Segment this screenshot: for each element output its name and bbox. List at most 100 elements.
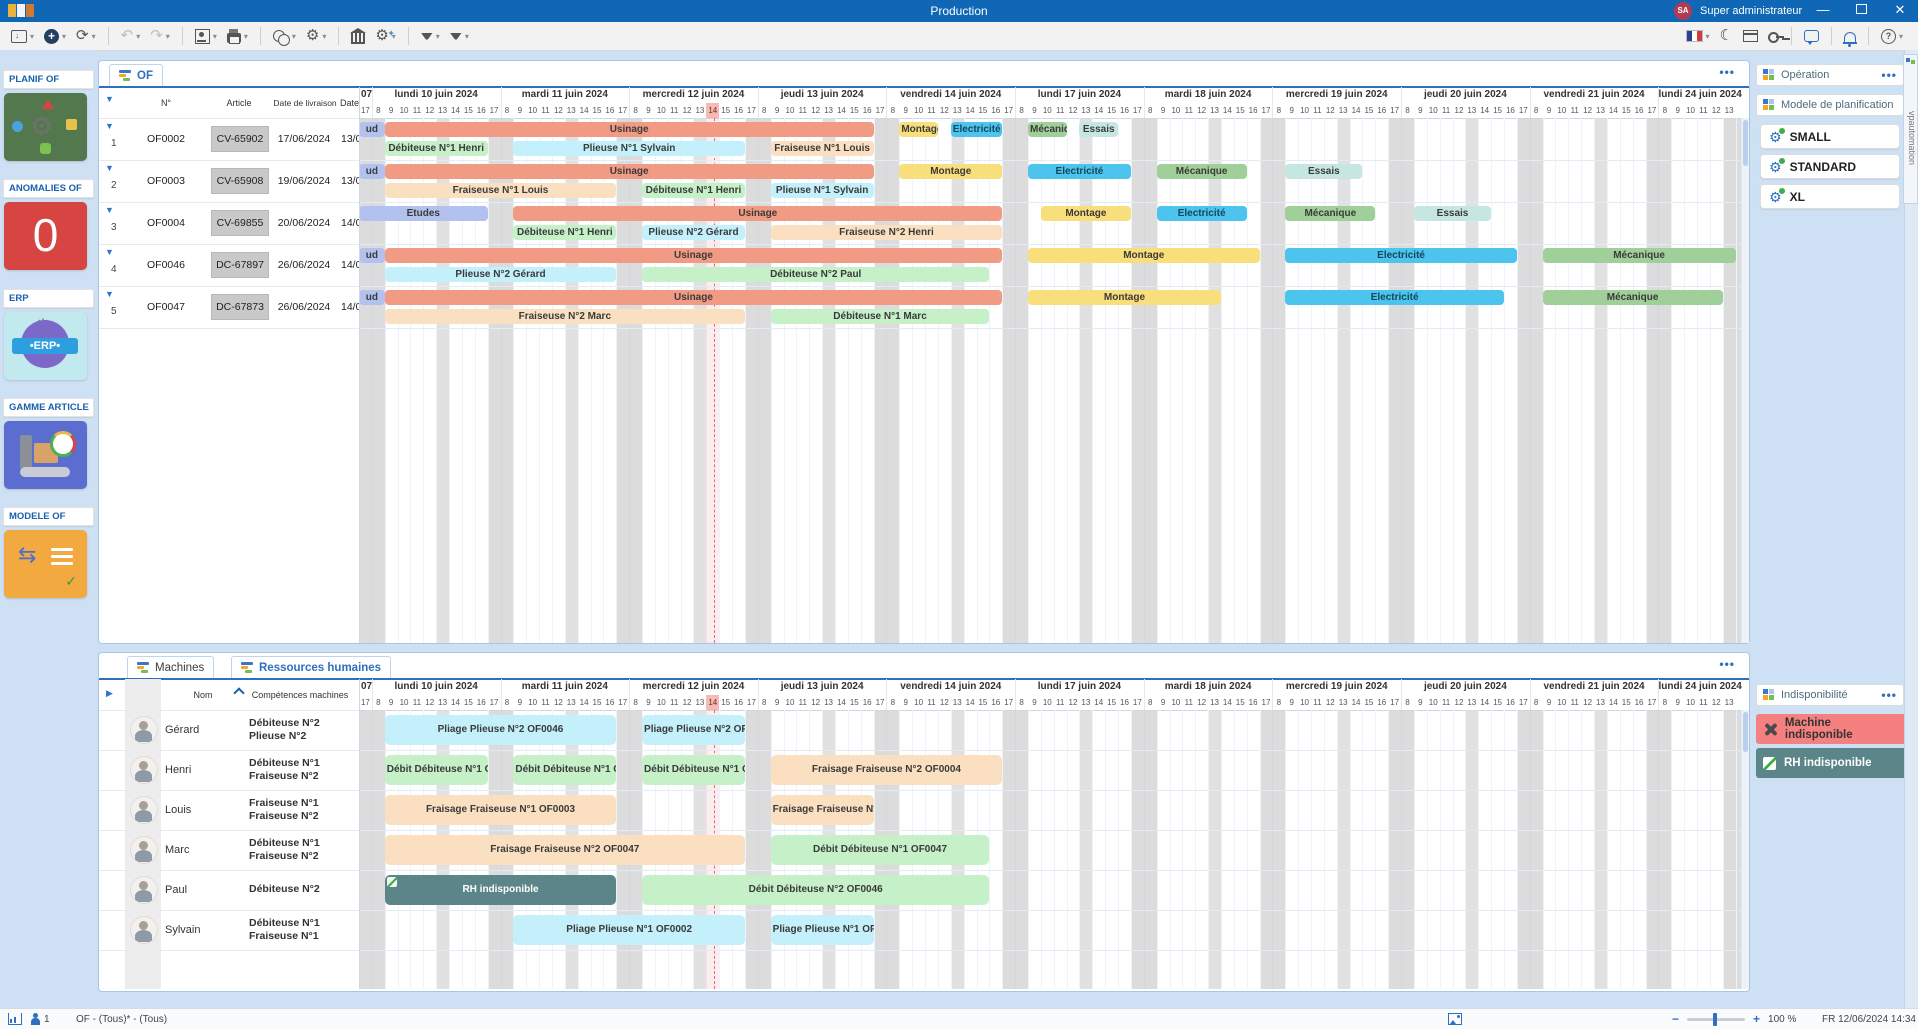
- scrollbar-thumb[interactable]: [1743, 120, 1748, 166]
- gantt-bar-debiteuse[interactable]: Débit Débiteuse N°1 OF00: [513, 755, 617, 785]
- gantt-bar-electricite[interactable]: Electricité: [1156, 206, 1247, 221]
- gantt-bar-plieuse[interactable]: Pliage Plieuse N°1 OF0002: [513, 915, 745, 945]
- window-export-button[interactable]: ▾: [6, 23, 39, 49]
- resource-row[interactable]: Marc Débiteuse N°1 Fraiseuse N°2: [99, 830, 359, 870]
- zoom-slider[interactable]: [1687, 1012, 1746, 1026]
- print-button[interactable]: ▾: [222, 23, 253, 49]
- gantt-bar-rh[interactable]: RH indisponible: [384, 875, 617, 905]
- gantt-bar-debiteuse[interactable]: Débiteuse N°2 Paul: [642, 267, 990, 282]
- gantt-bar-montage[interactable]: Montage: [899, 164, 1003, 179]
- gantt-bar-plieuse[interactable]: Plieuse N°2 Gérard: [384, 267, 617, 282]
- gantt-bar-etudes[interactable]: ud: [359, 164, 385, 179]
- gantt-bar-electricite[interactable]: Electricité: [950, 122, 1003, 137]
- sidebar-tile-gamme[interactable]: [4, 421, 87, 489]
- operation-panel-header[interactable]: Opération •••: [1756, 64, 1904, 86]
- sidebar-tile-modele[interactable]: ⇆ ✓: [4, 530, 87, 598]
- of-table-row[interactable]: ▼ 3 OF0004 CV-69855 20/06/2024 14/0: [99, 202, 359, 244]
- flag-fr-button[interactable]: ▾: [1681, 23, 1715, 49]
- resource-row[interactable]: Paul Débiteuse N°2: [99, 870, 359, 910]
- resource-row[interactable]: Sylvain Débiteuse N°1 Fraiseuse N°1: [99, 910, 359, 950]
- stamp-export-button[interactable]: ▾: [190, 23, 222, 49]
- planning-model-xl[interactable]: ⚙ XL: [1760, 184, 1900, 209]
- gantt-bar-debiteuse[interactable]: Débit Débiteuse N°2 OF0046: [642, 875, 990, 905]
- gantt-bar-usinage[interactable]: Usinage: [513, 206, 1003, 221]
- bell-button[interactable]: [1839, 23, 1861, 49]
- gantt-bar-montage[interactable]: Montage: [899, 122, 938, 137]
- gantt-bar-debiteuse[interactable]: Débit Débiteuse N°1 OF00: [384, 755, 488, 785]
- window-button[interactable]: [1738, 23, 1763, 49]
- coins-button[interactable]: ▾: [268, 23, 301, 49]
- gantt-bar-etudes[interactable]: Etudes: [359, 206, 488, 221]
- gantt-bar-fraiseuse[interactable]: Fraisage Fraiseuse N°2 OF0004: [770, 755, 1003, 785]
- planning-model-standard[interactable]: ⚙ STANDARD: [1760, 154, 1900, 179]
- gantt-bar-debiteuse[interactable]: Débiteuse N°1 Henri: [384, 141, 488, 156]
- gantt-bar-electricite[interactable]: Electricité: [1285, 248, 1517, 263]
- gantt-bar-fraiseuse[interactable]: Fraiseuse N°2 Henri: [770, 225, 1003, 240]
- gantt-bar-fraiseuse[interactable]: Fraiseuse N°2 Marc: [384, 309, 745, 324]
- resource-row[interactable]: Gérard Débiteuse N°2 Plieuse N°2: [99, 710, 359, 750]
- user-avatar[interactable]: SA: [1674, 2, 1692, 20]
- tab-machines[interactable]: Machines: [127, 656, 215, 678]
- gantt-bar-mecanique[interactable]: Mécanique: [1285, 206, 1376, 221]
- of-table-row[interactable]: ▼ 5 OF0047 DC-67873 26/06/2024 14/0: [99, 286, 359, 328]
- refresh-button[interactable]: ⟳ ▾: [71, 23, 101, 49]
- row-expand-toggle[interactable]: ▼: [105, 164, 114, 173]
- resource-row[interactable]: Louis Fraiseuse N°1 Fraiseuse N°2: [99, 790, 359, 830]
- unavailability-panel-header[interactable]: Indisponibilité •••: [1756, 684, 1904, 706]
- gantt-bar-fraiseuse[interactable]: Fraiseuse N°1 Louis: [384, 183, 617, 198]
- gantt-bar-etudes[interactable]: ud: [359, 248, 385, 263]
- gantt-bar-montage[interactable]: Montage: [1027, 248, 1260, 263]
- gantt-bar-plieuse[interactable]: Pliage Plieuse N°2 OF0004: [642, 715, 745, 745]
- row-expand-toggle[interactable]: ▼: [105, 290, 114, 299]
- status-user-count[interactable]: 1: [30, 1009, 50, 1029]
- gantt-bar-debiteuse[interactable]: Débit Débiteuse N°1 OF00: [642, 755, 745, 785]
- expand-all-toggle[interactable]: ▶: [106, 689, 113, 698]
- sidebar-tile-anomalies-count[interactable]: 0: [4, 202, 87, 270]
- gantt-bar-montage[interactable]: Montage: [1040, 206, 1131, 221]
- zoom-out-button[interactable]: −: [1672, 1012, 1679, 1026]
- gantt-bar-fraiseuse[interactable]: Fraisage Fraiseuse N°1 OF(: [770, 795, 874, 825]
- machine-unavailable-button[interactable]: Machine indisponible: [1756, 714, 1908, 744]
- of-table-row[interactable]: ▼ 2 OF0003 CV-65908 19/06/2024 13/0: [99, 160, 359, 202]
- gear-plus-button[interactable]: ⚙▾: [370, 23, 400, 49]
- gantt-bar-usinage[interactable]: Usinage: [384, 290, 1003, 305]
- side-tab-vpautomation[interactable]: vpautomation: [1903, 54, 1918, 204]
- gantt-bar-debiteuse[interactable]: Débit Débiteuse N°1 OF0047: [770, 835, 990, 865]
- moon-button[interactable]: ☾: [1715, 23, 1738, 49]
- gantt-bar-usinage[interactable]: Usinage: [384, 122, 874, 137]
- funnel-button[interactable]: ▾: [416, 23, 445, 49]
- gantt-bar-usinage[interactable]: Usinage: [384, 248, 1003, 263]
- vertical-scrollbar[interactable]: [1741, 710, 1749, 989]
- gantt-bar-plieuse[interactable]: Plieuse N°2 Gérard: [642, 225, 745, 240]
- gantt-bar-mecanique[interactable]: Mécanique: [1027, 122, 1067, 137]
- redo-button[interactable]: ↷ ▾: [145, 23, 175, 49]
- gantt-bar-mecanique[interactable]: Mécanique: [1542, 290, 1723, 305]
- resources-panel-menu-button[interactable]: •••: [1719, 657, 1735, 671]
- gantt-bar-etudes[interactable]: ud: [359, 122, 385, 137]
- of-table-row[interactable]: ▼ 4 OF0046 DC-67897 26/06/2024 14/0: [99, 244, 359, 286]
- sidebar-tile-planif[interactable]: ⚙: [4, 93, 87, 161]
- gantt-bar-plieuse[interactable]: Pliage Plieuse N°2 OF0046: [384, 715, 617, 745]
- maximize-button[interactable]: [1844, 0, 1878, 22]
- gantt-bar-fraiseuse[interactable]: Fraisage Fraiseuse N°2 OF0047: [384, 835, 745, 865]
- chat-button[interactable]: [1799, 23, 1824, 49]
- tab-ressources-humaines[interactable]: Ressources humaines: [231, 656, 392, 678]
- gantt-bar-mecanique[interactable]: Mécanique: [1156, 164, 1247, 179]
- gantt-bar-electricite[interactable]: Electricité: [1027, 164, 1131, 179]
- gantt-bar-essais[interactable]: Essais: [1413, 206, 1492, 221]
- gantt-bar-essais[interactable]: Essais: [1285, 164, 1363, 179]
- rh-unavailable-button[interactable]: RH indisponible: [1756, 748, 1908, 778]
- minimize-button[interactable]: —: [1806, 0, 1840, 22]
- of-table-row[interactable]: ▼ 1 OF0002 CV-65902 17/06/2024 13/0: [99, 118, 359, 160]
- help-button[interactable]: ? ▾: [1876, 23, 1908, 49]
- gantt-bar-plieuse[interactable]: Plieuse N°1 Sylvain: [770, 183, 874, 198]
- key-button[interactable]: [1763, 23, 1784, 49]
- row-expand-toggle[interactable]: ▼: [105, 122, 114, 131]
- gantt-bar-fraiseuse[interactable]: Fraisage Fraiseuse N°1 OF0003: [384, 795, 617, 825]
- scrollbar-thumb[interactable]: [1743, 712, 1748, 752]
- bank-button[interactable]: [346, 23, 370, 49]
- row-expand-toggle[interactable]: ▼: [105, 206, 114, 215]
- gantt-bar-mecanique[interactable]: Mécanique: [1542, 248, 1736, 263]
- gantt-bar-montage[interactable]: Montage: [1027, 290, 1221, 305]
- status-chart-icon[interactable]: [8, 1009, 22, 1029]
